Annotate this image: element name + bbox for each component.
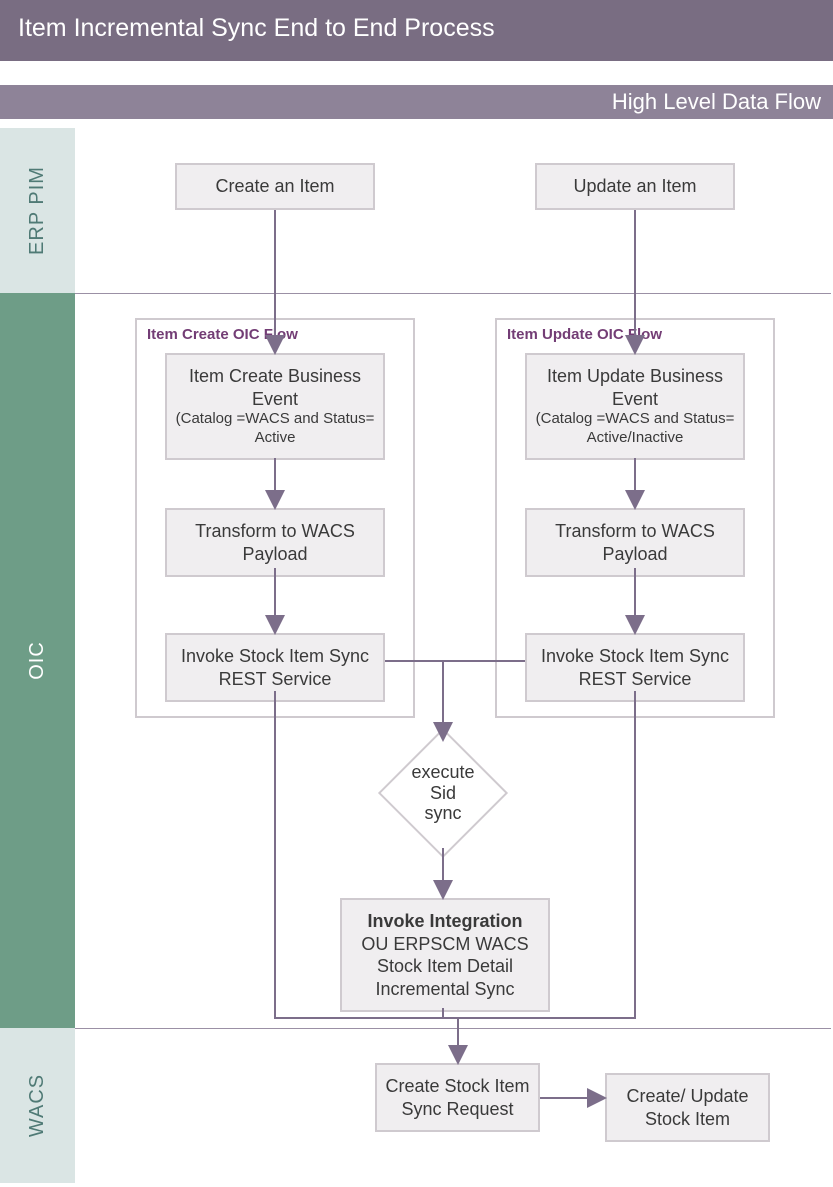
lane-label: ERP PIM — [26, 166, 49, 255]
box-sublabel: (Catalog =WACS and Status= Active/Inacti… — [535, 410, 735, 448]
box-label: Item Create Business Event — [175, 365, 375, 410]
lane-label: WACS — [26, 1074, 49, 1137]
box-label: Invoke Stock Item Sync REST Service — [181, 646, 369, 689]
group-label: Item Update OIC Flow — [507, 326, 662, 343]
box-create-invoke-rest: Invoke Stock Item Sync REST Service — [165, 633, 385, 702]
title-bar: Item Incremental Sync End to End Process — [0, 0, 833, 61]
decision-execute-sid-sync: execute Sid sync — [378, 728, 508, 858]
box-update-business-event: Item Update Business Event (Catalog =WAC… — [525, 353, 745, 460]
box-label: Update an Item — [573, 176, 696, 196]
lane-wacs: WACS — [0, 1028, 75, 1183]
decision-label: execute Sid sync — [378, 762, 508, 824]
box-create-update-stock-item: Create/ Update Stock Item — [605, 1073, 770, 1142]
box-label: Invoke Stock Item Sync REST Service — [541, 646, 729, 689]
lane-erp-pim: ERP PIM — [0, 128, 75, 293]
box-update-transform: Transform to WACS Payload — [525, 508, 745, 577]
box-label: Transform to WACS Payload — [555, 521, 715, 564]
box-invoke-integration: Invoke Integration OU ERPSCM WACS Stock … — [340, 898, 550, 1012]
subtitle-bar: High Level Data Flow — [0, 85, 833, 119]
box-create-stock-sync-request: Create Stock Item Sync Request — [375, 1063, 540, 1132]
box-label: Create an Item — [215, 176, 334, 196]
box-create-item: Create an Item — [175, 163, 375, 210]
group-label: Item Create OIC Flow — [147, 326, 298, 343]
lane-oic: OIC — [0, 293, 75, 1028]
box-update-invoke-rest: Invoke Stock Item Sync REST Service — [525, 633, 745, 702]
box-label: Transform to WACS Payload — [195, 521, 355, 564]
subtitle: High Level Data Flow — [612, 89, 821, 114]
lane-label: OIC — [26, 641, 49, 680]
page-title: Item Incremental Sync End to End Process — [18, 14, 495, 42]
box-update-item: Update an Item — [535, 163, 735, 210]
text: execute Sid sync — [411, 762, 474, 823]
box-label: Item Update Business Event — [535, 365, 735, 410]
box-sublabel: (Catalog =WACS and Status= Active — [175, 410, 375, 448]
box-body: OU ERPSCM WACS Stock Item Detail Increme… — [350, 933, 540, 1001]
box-create-business-event: Item Create Business Event (Catalog =WAC… — [165, 353, 385, 460]
box-label: Create/ Update Stock Item — [626, 1086, 748, 1129]
box-title: Invoke Integration — [350, 910, 540, 933]
box-label: Create Stock Item Sync Request — [385, 1076, 529, 1119]
box-create-transform: Transform to WACS Payload — [165, 508, 385, 577]
